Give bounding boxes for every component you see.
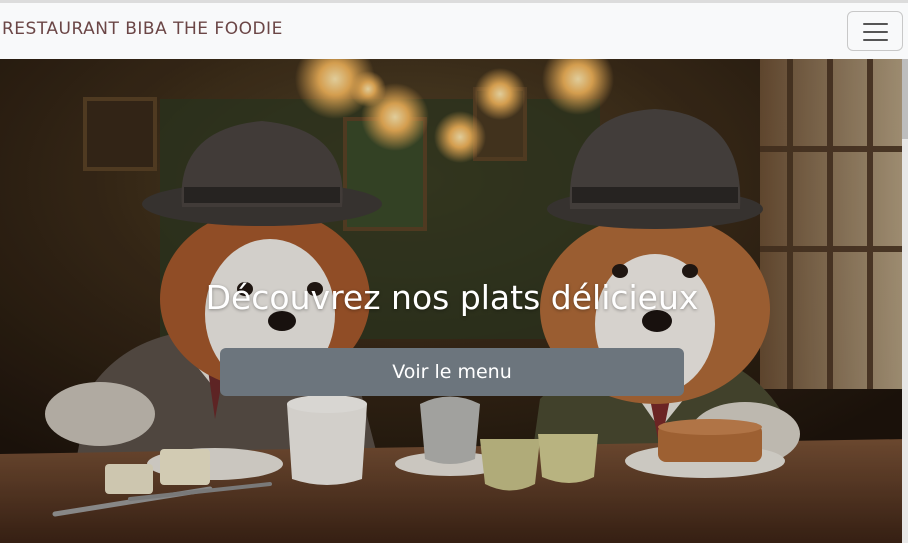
brand-logo-text[interactable]: RESTAURANT BIBA THE FOODIE — [2, 19, 283, 39]
page-scrollbar[interactable] — [902, 59, 908, 543]
scrollbar-thumb[interactable] — [902, 59, 908, 139]
view-menu-button[interactable]: Voir le menu — [220, 348, 684, 396]
navbar: RESTAURANT BIBA THE FOODIE — [0, 0, 908, 59]
hero-section: Découvrez nos plats délicieux Voir le me… — [0, 59, 908, 543]
navbar-toggler-button[interactable] — [847, 11, 903, 51]
hamburger-menu-icon — [863, 22, 888, 41]
hero-title: Découvrez nos plats délicieux — [205, 278, 699, 317]
